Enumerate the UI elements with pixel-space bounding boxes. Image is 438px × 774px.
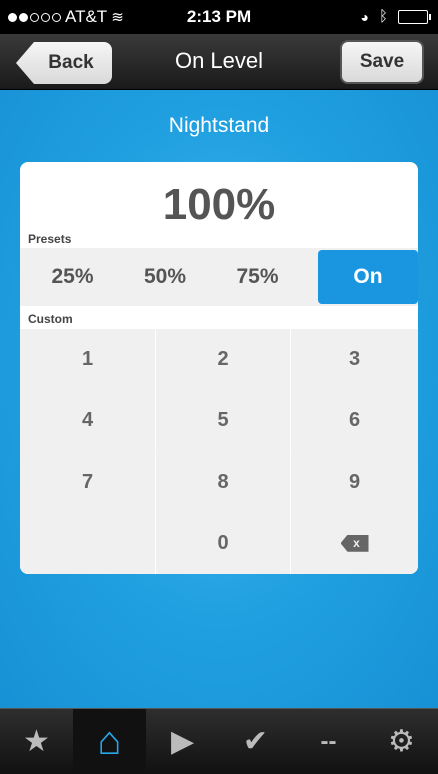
key-blank xyxy=(20,513,155,574)
presets-row: 25% 50% 75% On xyxy=(20,248,418,306)
alarm-icon: ◕ xyxy=(360,8,369,25)
gear-icon: ⚙ xyxy=(388,725,415,758)
clapperboard-icon: ▶ xyxy=(170,725,195,758)
tab-bar: ★ ⌂ ▶ ✔ -- ⚙ xyxy=(0,708,438,774)
backspace-button[interactable]: x xyxy=(291,513,418,574)
check-icon: ✔ xyxy=(242,725,269,758)
key-4[interactable]: 4 xyxy=(20,390,155,451)
dash-icon: -- xyxy=(320,727,337,755)
level-card: 100% Presets 25% 50% 75% On Custom 1 2 3… xyxy=(20,162,418,574)
key-7[interactable]: 7 xyxy=(20,452,155,513)
key-2[interactable]: 2 xyxy=(155,329,291,390)
key-3[interactable]: 3 xyxy=(291,329,418,390)
tab-more[interactable]: -- xyxy=(292,709,365,774)
level-value: 100% xyxy=(162,180,276,229)
key-1[interactable]: 1 xyxy=(20,329,155,390)
device-name: Nightstand xyxy=(168,114,270,137)
tab-home[interactable]: ⌂ xyxy=(73,709,146,774)
keypad: 1 2 3 4 5 6 7 8 9 0 x xyxy=(20,329,418,574)
key-6[interactable]: 6 xyxy=(291,390,418,451)
preset-25-button[interactable]: 25% xyxy=(20,265,125,289)
tab-status[interactable]: ✔ xyxy=(219,709,292,774)
preset-50-button[interactable]: 50% xyxy=(125,265,205,289)
key-8[interactable]: 8 xyxy=(155,451,291,513)
battery-icon xyxy=(398,9,431,24)
preset-75-button[interactable]: 75% xyxy=(205,265,310,289)
main-area: Nightstand 100% Presets 25% 50% 75% On C… xyxy=(0,90,438,708)
bluetooth-icon: ᛒ xyxy=(378,8,388,25)
tab-scenes[interactable]: ▶ xyxy=(146,709,219,774)
key-9[interactable]: 9 xyxy=(291,452,418,513)
key-5[interactable]: 5 xyxy=(155,390,291,452)
preset-on-button[interactable]: On xyxy=(318,250,418,304)
home-icon: ⌂ xyxy=(97,719,122,763)
save-button[interactable]: Save xyxy=(340,40,424,84)
custom-label: Custom xyxy=(28,312,73,326)
status-bar: AT&T ≋ 2:13 PM ◕ ᛒ xyxy=(0,0,438,34)
star-icon: ★ xyxy=(23,725,50,758)
nav-bar: Back On Level Save xyxy=(0,34,438,90)
presets-label: Presets xyxy=(28,232,72,246)
backspace-icon: x xyxy=(340,534,369,552)
key-0[interactable]: 0 xyxy=(155,512,291,574)
tab-settings[interactable]: ⚙ xyxy=(365,709,438,774)
tab-favorites[interactable]: ★ xyxy=(0,709,73,774)
